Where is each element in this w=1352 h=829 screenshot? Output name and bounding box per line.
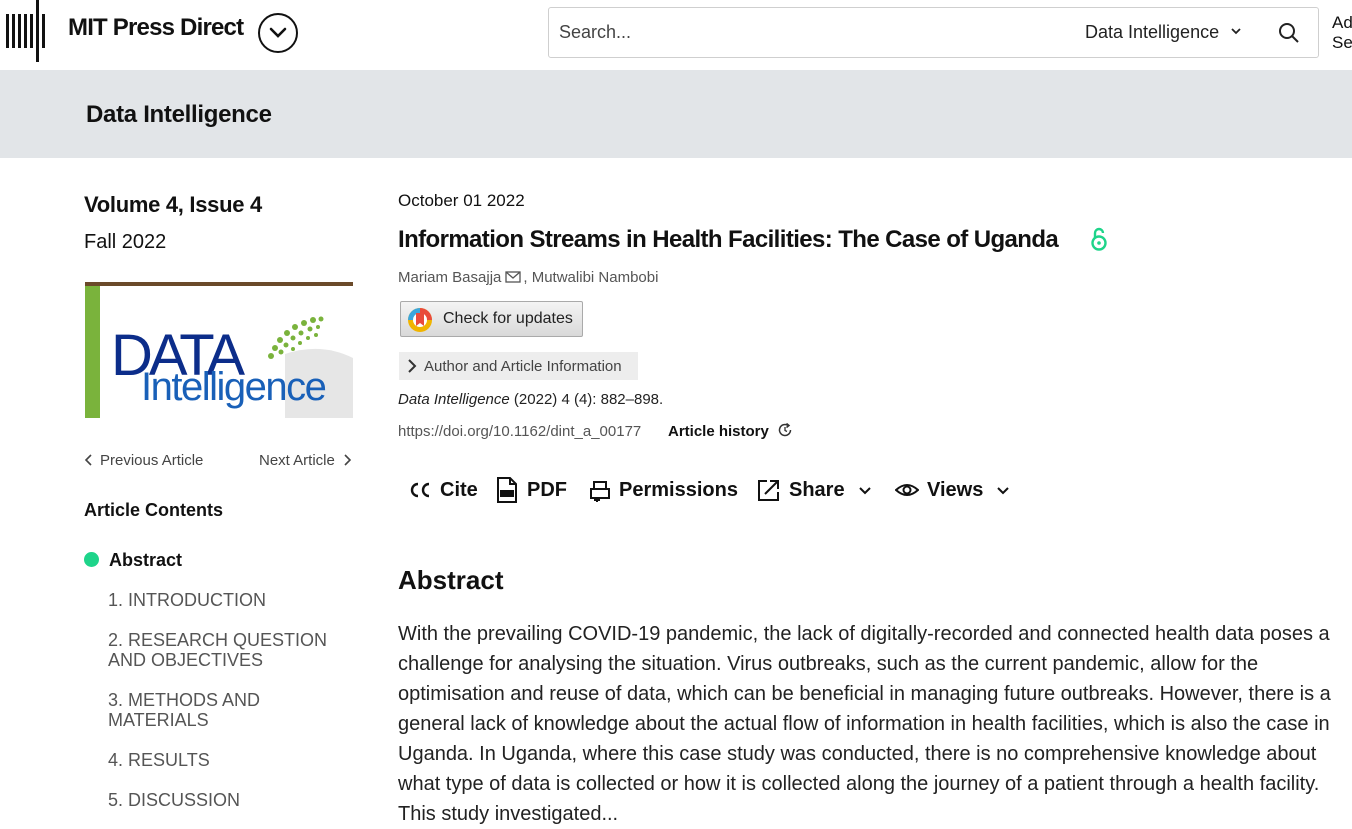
advanced-search-link[interactable]: Advanced Search — [1332, 13, 1352, 53]
next-article-link[interactable]: Next Article — [259, 452, 352, 469]
chevron-right-icon — [344, 454, 351, 466]
author-list: Mariam Basajja , Mutwalibi Nambobi — [398, 269, 658, 286]
doi-link[interactable]: https://doi.org/10.1162/dint_a_00177 — [398, 423, 641, 440]
search-scope-select[interactable]: Data Intelligence — [1085, 22, 1219, 43]
cite-label: Cite — [440, 478, 478, 501]
previous-article-label: Previous Article — [100, 452, 204, 469]
permissions-icon — [590, 481, 610, 502]
toc-item-abstract[interactable]: Abstract — [84, 550, 182, 571]
author-article-info-toggle[interactable]: Author and Article Information — [399, 352, 638, 380]
article-contents-heading: Article Contents — [84, 500, 224, 520]
crossmark-icon — [408, 308, 432, 332]
permissions-button[interactable]: Permissions — [589, 476, 738, 504]
cite-button[interactable]: Cite — [408, 476, 478, 504]
brand-name[interactable]: MIT Press Direct — [68, 14, 244, 42]
author-article-info-label: Author and Article Information — [424, 358, 622, 375]
eye-icon — [895, 484, 919, 496]
quote-icon — [410, 482, 430, 498]
journal-title[interactable]: Data Intelligence — [86, 101, 272, 129]
article-history-button[interactable]: Article history — [668, 423, 769, 440]
abstract-heading: Abstract — [398, 565, 504, 595]
previous-article-link[interactable]: Previous Article — [84, 452, 203, 469]
issue-volume[interactable]: Volume 4, Issue 4 — [84, 192, 262, 218]
cover-word-bottom: Intelligence — [141, 365, 326, 409]
article-title: Information Streams in Health Facilities… — [398, 226, 1059, 253]
toc-item-label: Abstract — [109, 550, 183, 570]
search-bar: Search... Data Intelligence — [548, 7, 1319, 58]
citation-journal: Data Intelligence — [398, 391, 510, 408]
check-for-updates-label: Check for updates — [443, 310, 573, 327]
author-separator: , — [523, 269, 528, 286]
toc-item-methods[interactable]: 3. METHODS AND MATERIALS — [108, 690, 348, 730]
abstract-text: With the prevailing COVID-19 pandemic, t… — [398, 623, 1331, 825]
brand-menu-toggle[interactable] — [258, 13, 298, 53]
cover-art: DATA Intelligence — [111, 316, 353, 418]
toc-item-introduction[interactable]: 1. INTRODUCTION — [108, 590, 348, 610]
chevron-down-icon[interactable] — [1229, 24, 1243, 38]
mit-press-logo-icon[interactable] — [6, 0, 46, 62]
permissions-label: Permissions — [619, 478, 738, 501]
chevron-right-icon — [408, 359, 417, 373]
publication-date: October 01 2022 — [398, 191, 525, 210]
email-icon[interactable] — [505, 271, 522, 283]
toc-item-research-question[interactable]: 2. RESEARCH QUESTION AND OBJECTIVES — [108, 630, 348, 670]
chevron-left-icon — [84, 454, 92, 466]
views-label: Views — [927, 478, 984, 501]
pdf-label: PDF — [527, 478, 567, 501]
pdf-button[interactable]: PDF — [495, 476, 567, 504]
citation-details: (2022) 4 (4): 882–898. — [509, 391, 664, 408]
check-for-updates-button[interactable]: Check for updates — [400, 301, 583, 337]
citation-line: Data Intelligence (2022) 4 (4): 882–898. — [398, 391, 663, 408]
views-button[interactable]: Views — [895, 476, 1011, 504]
journal-banner: Data Intelligence — [0, 70, 1352, 158]
chevron-down-icon — [858, 487, 871, 495]
active-dot-icon — [84, 552, 99, 567]
share-icon — [758, 480, 779, 501]
open-access-icon — [1091, 227, 1107, 251]
author-link[interactable]: Mutwalibi Nambobi — [532, 269, 659, 286]
toc-item-results[interactable]: 4. RESULTS — [108, 750, 348, 770]
issue-season: Fall 2022 — [84, 231, 167, 253]
pdf-icon — [497, 477, 517, 503]
issue-cover-image[interactable]: DATA Intelligence — [85, 282, 353, 418]
chevron-down-icon — [997, 487, 1010, 495]
chevron-down-icon — [269, 27, 287, 38]
search-input[interactable]: Search... — [559, 22, 631, 43]
search-icon[interactable] — [1277, 21, 1301, 45]
share-label: Share — [789, 478, 845, 501]
site-header: MIT Press Direct Search... Data Intellig… — [0, 0, 1352, 70]
history-icon[interactable] — [777, 422, 793, 438]
next-article-label: Next Article — [259, 452, 335, 469]
author-link[interactable]: Mariam Basajja — [398, 269, 501, 286]
toc-item-discussion[interactable]: 5. DISCUSSION — [108, 790, 348, 810]
share-button[interactable]: Share — [757, 476, 873, 504]
